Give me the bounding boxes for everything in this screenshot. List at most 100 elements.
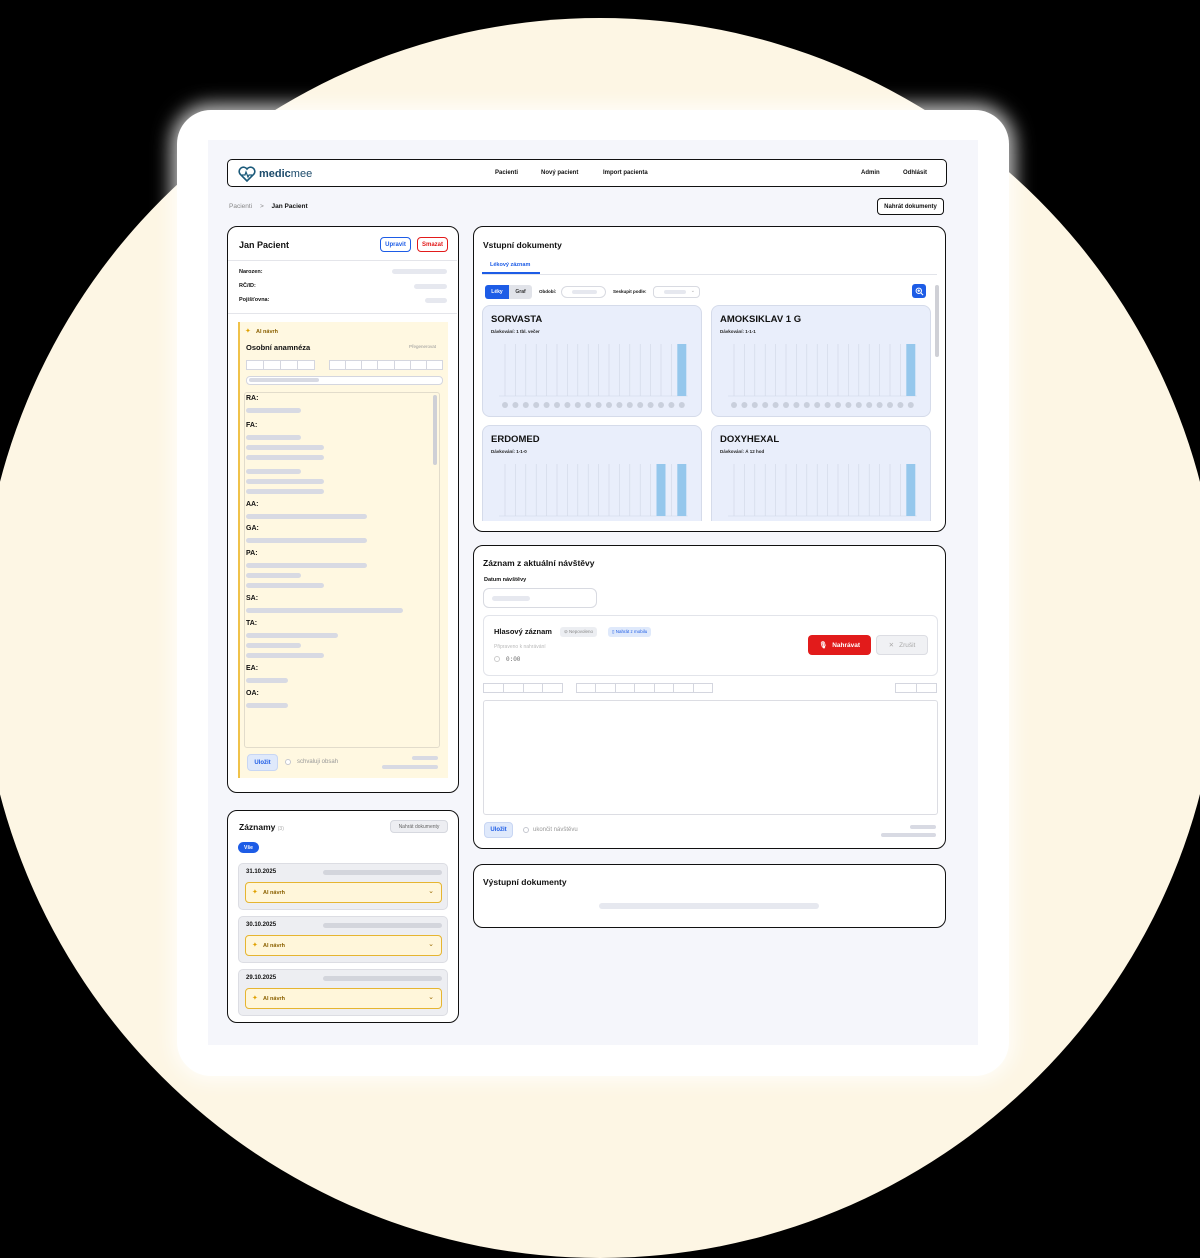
upload-from-mobile-chip[interactable]: ▯ Nahrát z mobilu [608, 627, 652, 637]
toolbar-group-right[interactable] [329, 360, 443, 370]
approve-checkbox[interactable] [285, 759, 291, 765]
nav-novy-pacient[interactable]: Nový pacient [541, 170, 578, 176]
chart-day-dot[interactable] [835, 402, 841, 408]
chart-bar[interactable] [906, 344, 916, 396]
ai-suggestion-dropdown[interactable]: ✦ AI návrh ⌄ [245, 988, 442, 1009]
chart-day-dot[interactable] [637, 402, 644, 408]
chart-day-dot[interactable] [564, 402, 571, 408]
charts-scrollbar[interactable] [935, 285, 939, 357]
save-visit-button[interactable]: Uložit [484, 822, 513, 838]
delete-patient-button[interactable]: Smazat [417, 237, 448, 252]
visit-date-input[interactable] [483, 588, 597, 608]
nav-import-pacienta[interactable]: Import pacienta [603, 170, 648, 176]
chart-day-dot[interactable] [897, 402, 904, 408]
record-button[interactable]: 🎙 Nahrávat [808, 635, 871, 655]
chart-day-dot[interactable] [824, 402, 831, 408]
chart-day-dot[interactable] [814, 402, 821, 408]
drug-chart-card[interactable]: AMOKSIKLAV 1 G Dávkování: 1-1-1 [711, 305, 931, 417]
chart-day-dot[interactable] [626, 402, 633, 408]
record-item[interactable]: 31.10.2025 ✦ AI návrh ⌄ [238, 863, 448, 910]
visit-text-editor[interactable] [483, 700, 938, 815]
chart-bar[interactable] [677, 344, 687, 396]
chart-day-dot[interactable] [678, 402, 685, 408]
zoom-in-button[interactable] [912, 284, 926, 298]
nav-admin[interactable]: Admin [861, 170, 880, 176]
editor-toolbar-end[interactable] [895, 683, 937, 693]
finish-visit-label: ukončit návštěvu [533, 827, 578, 833]
input-documents-card: Vstupní dokumenty Lékový záznam Léky Gra… [473, 226, 946, 532]
regenerate-link[interactable]: Přegenerovat [409, 344, 436, 349]
records-upload-button[interactable]: Nahrát dokumenty [390, 820, 448, 833]
drug-chart-card[interactable]: SORVASTA Dávkování: 1 tbl. večer [482, 305, 702, 417]
chart-day-dot[interactable] [658, 402, 664, 408]
chart-day-dot[interactable] [741, 402, 748, 408]
period-select[interactable] [561, 286, 606, 298]
insurance-label: Pojišťovna: [239, 297, 270, 303]
microphone-icon: 🎙 [818, 642, 828, 649]
chart-day-dot[interactable] [855, 402, 862, 408]
drug-chart-card[interactable]: ERDOMED Dávkování: 1-1-0 [482, 425, 702, 521]
toggle-drugs[interactable]: Léky [485, 285, 509, 299]
chart-day-dot[interactable] [533, 402, 540, 408]
group-by-select[interactable]: ⌄ [653, 286, 700, 298]
chart-day-dot[interactable] [731, 402, 737, 408]
logo[interactable] [238, 166, 256, 187]
chart-day-dot[interactable] [907, 402, 914, 408]
chart-day-dot[interactable] [751, 402, 758, 408]
filter-all-chip[interactable]: Vše [238, 842, 259, 853]
finish-visit-checkbox[interactable] [523, 827, 529, 833]
scrollbar[interactable] [433, 395, 437, 465]
born-label: Narozen: [239, 269, 263, 275]
chart-day-dot[interactable] [668, 402, 675, 408]
chevron-down-icon: ⌄ [690, 288, 695, 294]
toolbar-group-left[interactable] [246, 360, 315, 370]
chart-day-dot[interactable] [845, 402, 852, 408]
editor-toolbar-right[interactable] [576, 683, 713, 693]
chart-day-dot[interactable] [876, 402, 883, 408]
top-navbar: medicmee Pacienti Nový pacient Import pa… [227, 159, 947, 187]
record-item[interactable]: 30.10.2025 ✦ AI návrh ⌄ [238, 916, 448, 963]
chart-day-dot[interactable] [616, 402, 623, 408]
toggle-graph[interactable]: Graf [509, 285, 532, 299]
chart-day-dot[interactable] [887, 402, 893, 408]
drug-chart-card[interactable]: DOXYHEXAL Dávkování: Á 12 hod [711, 425, 931, 521]
chart-plot [499, 344, 688, 408]
tab-medication-record[interactable]: Lékový záznam [490, 262, 530, 268]
chart-plot [499, 464, 688, 517]
sparkle-icon: ✦ [252, 889, 258, 896]
chart-day-dot[interactable] [772, 402, 779, 408]
chart-day-dot[interactable] [866, 402, 873, 408]
cancel-record-button[interactable]: ✕ Zrušit [876, 635, 928, 655]
chart-day-dot[interactable] [522, 402, 529, 408]
record-item[interactable]: 29.10.2025 ✦ AI návrh ⌄ [238, 969, 448, 1016]
chart-day-dot[interactable] [543, 402, 550, 408]
ai-suggestion-dropdown[interactable]: ✦ AI návrh ⌄ [245, 935, 442, 956]
toolbar-row[interactable] [246, 376, 443, 385]
chart-day-dot[interactable] [783, 402, 789, 408]
save-anamnesis-button[interactable]: Uložit [247, 754, 278, 771]
chart-day-dot[interactable] [793, 402, 800, 408]
sparkle-icon: ✦ [252, 942, 258, 949]
chart-bar[interactable] [677, 464, 687, 516]
edit-patient-button[interactable]: Upravit [380, 237, 411, 252]
record-date: 29.10.2025 [246, 975, 277, 981]
chart-day-dot[interactable] [574, 402, 581, 408]
chart-day-dot[interactable] [502, 402, 508, 408]
breadcrumb-root[interactable]: Pacienti [229, 203, 252, 210]
chart-bar[interactable] [906, 464, 916, 516]
ai-suggestion-dropdown[interactable]: ✦ AI návrh ⌄ [245, 882, 442, 903]
nav-pacienti[interactable]: Pacienti [495, 170, 518, 176]
chart-day-dot[interactable] [585, 402, 592, 408]
nav-logout[interactable]: Odhlásit [903, 170, 927, 176]
visit-date-label: Datum návštěvy [484, 577, 527, 583]
chart-day-dot[interactable] [512, 402, 519, 408]
chart-day-dot[interactable] [762, 402, 769, 408]
chart-day-dot[interactable] [647, 402, 654, 408]
upload-documents-button[interactable]: Nahrát dokumenty [877, 198, 944, 215]
chart-day-dot[interactable] [595, 402, 602, 408]
editor-toolbar-left[interactable] [483, 683, 563, 693]
chart-day-dot[interactable] [554, 402, 560, 408]
chart-day-dot[interactable] [606, 402, 612, 408]
chart-day-dot[interactable] [803, 402, 810, 408]
chart-bar[interactable] [656, 464, 666, 516]
